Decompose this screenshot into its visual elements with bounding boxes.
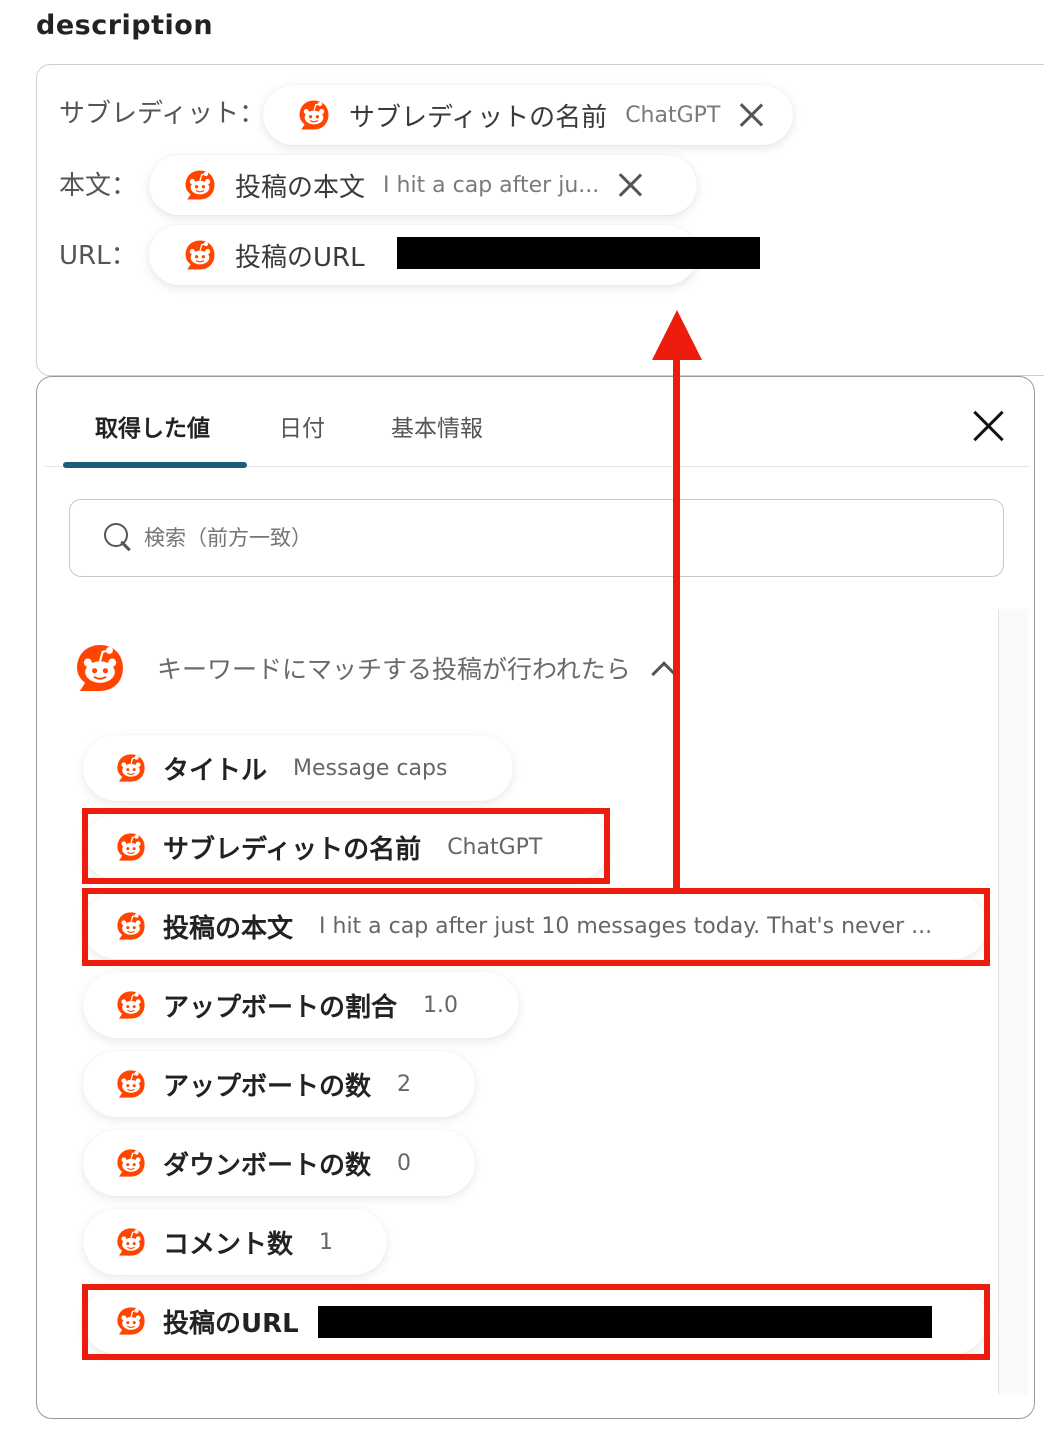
value-item-title[interactable]: タイトル Message caps — [83, 735, 513, 801]
item-value: Message caps — [293, 755, 448, 781]
item-name: ダウンボートの数 — [163, 1150, 372, 1181]
chip-name: 投稿のURL — [235, 242, 365, 273]
item-value: 1.0 — [423, 992, 459, 1018]
item-name: コメント数 — [163, 1229, 294, 1260]
item-name: アップボートの割合 — [163, 992, 398, 1023]
tab-basic-info[interactable]: 基本情報 — [391, 409, 483, 443]
highlight-box-post-url — [82, 1284, 990, 1360]
chip-value: I hit a cap after ju... — [383, 172, 600, 198]
editor-row-label-subreddit: サブレディット： — [59, 99, 266, 129]
item-name: アップボートの数 — [163, 1071, 372, 1102]
close-icon[interactable] — [738, 102, 764, 128]
tab-bar: 取得した値 日付 基本情報 — [45, 377, 1029, 468]
reddit-icon — [183, 238, 217, 272]
search-box[interactable] — [69, 499, 1004, 577]
chip-post-body[interactable]: 投稿の本文 I hit a cap after ju... — [149, 155, 697, 215]
reddit-icon — [115, 1068, 147, 1100]
field-label: description — [36, 10, 214, 41]
tab-date[interactable]: 日付 — [279, 409, 325, 443]
reddit-icon — [115, 1226, 147, 1258]
trigger-title: キーワードにマッチする投稿が行われたら — [157, 655, 631, 684]
annotation-arrow-head — [652, 310, 702, 360]
value-item-upvote-count[interactable]: アップボートの数 2 — [83, 1051, 475, 1117]
close-icon[interactable] — [973, 411, 1003, 441]
reddit-icon — [183, 168, 217, 202]
reddit-icon — [115, 752, 147, 784]
reddit-icon — [115, 989, 147, 1021]
item-value: 1 — [319, 1229, 334, 1255]
trigger-section-header[interactable]: キーワードにマッチする投稿が行われたら — [73, 641, 677, 695]
redacted-url — [397, 237, 760, 269]
tab-retrieved-values[interactable]: 取得した値 — [95, 409, 210, 443]
search-input[interactable] — [144, 526, 944, 550]
search-icon — [104, 523, 134, 553]
value-item-upvote-ratio[interactable]: アップボートの割合 1.0 — [83, 972, 519, 1038]
chip-name: 投稿の本文 — [235, 172, 366, 203]
highlight-box-subreddit-name — [82, 808, 610, 884]
chip-subreddit-name[interactable]: サブレディットの名前 ChatGPT — [263, 85, 793, 145]
item-value: 2 — [397, 1071, 412, 1097]
annotation-arrow-shaft — [673, 355, 680, 892]
item-value: 0 — [397, 1150, 412, 1176]
highlight-box-post-body — [82, 888, 990, 966]
description-editor[interactable]: サブレディット： サブレディットの名前 ChatGPT 本文： 投稿の本文 I … — [36, 64, 1044, 376]
value-item-downvote-count[interactable]: ダウンボートの数 0 — [83, 1130, 475, 1196]
editor-row-label-url: URL： — [59, 241, 137, 271]
value-item-comment-count[interactable]: コメント数 1 — [83, 1209, 387, 1275]
reddit-icon — [73, 641, 127, 695]
reddit-icon — [115, 1147, 147, 1179]
close-icon[interactable] — [617, 172, 643, 198]
scrollbar[interactable] — [998, 609, 1028, 1395]
chip-name: サブレディットの名前 — [349, 102, 608, 133]
chip-value: ChatGPT — [625, 102, 721, 128]
editor-row-label-body: 本文： — [59, 171, 138, 201]
active-tab-indicator — [63, 462, 247, 468]
item-name: タイトル — [163, 755, 268, 786]
reddit-icon — [297, 98, 331, 132]
